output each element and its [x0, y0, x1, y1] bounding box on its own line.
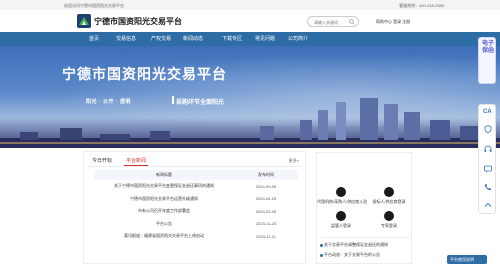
chat-icon[interactable]	[484, 165, 492, 173]
news-table-header: 新闻标题 发布时间	[94, 170, 298, 180]
site-name[interactable]: 宁德市国资阳光交易平台	[94, 16, 182, 27]
bidder-icon	[384, 187, 394, 197]
city-skyline-image	[0, 98, 500, 148]
ca-button[interactable]: CA	[483, 109, 492, 115]
site-logo-icon[interactable]	[77, 14, 91, 28]
news-title[interactable]: 关于宁德市国资阳光交易平台变更保证金退还事项的通知	[94, 180, 234, 193]
top-bar: 欢迎访问宁德市国资阳光交易平台 客服热线：400-918-2580	[0, 0, 500, 10]
usage-tip-button[interactable]: 平台使用说明	[447, 255, 487, 264]
service-label: 监管人登录	[331, 223, 351, 228]
nav-item-news[interactable]: 新闻动态	[183, 35, 203, 42]
search-input[interactable]	[314, 18, 350, 26]
news-title[interactable]: 宁德市国资阳光交易平台运营升级通知	[94, 193, 234, 206]
news-table: 新闻标题 发布时间 关于宁德市国资阳光交易平台变更保证金退还事项的通知 2024…	[94, 170, 298, 243]
news-title[interactable]: 喜讯报道｜福建省国资阳光交易平台上线启动	[94, 230, 234, 243]
table-row[interactable]: 宁德市国资阳光交易平台运营升级通知 2024-04-25	[94, 193, 298, 206]
news-date: 2023-11-23	[255, 221, 277, 227]
banner-title: 宁德市国资阳光交易平台	[62, 66, 227, 82]
electronic-guarantee-button[interactable]: 电子保函	[478, 37, 496, 84]
news-panel: 今日开标 平台新闻 更多» 新闻标题 发布时间 关于宁德市国资阳光交易平台变更保…	[83, 151, 306, 264]
table-row[interactable]: 平台公告 2023-11-23	[94, 218, 298, 231]
news-more-link[interactable]: 更多»	[289, 158, 299, 164]
search-icon[interactable]	[349, 19, 355, 25]
service-divider	[321, 237, 409, 238]
site-header: 宁德市国资阳光交易平台 帮助中心 登录 注册	[0, 10, 500, 32]
tab-divider	[88, 166, 302, 167]
welcome-text: 欢迎访问宁德市国资阳光交易平台	[64, 3, 124, 8]
electronic-guarantee-label: 电子保函	[482, 41, 495, 54]
nav-item-about[interactable]: 公司简介	[288, 35, 308, 42]
table-row[interactable]: 市有公司召开年度工作部署会 2024-03-05	[94, 205, 298, 218]
agency-icon	[336, 187, 346, 197]
table-row[interactable]: 喜讯报道｜福建省国资阳光交易平台上线启动 2023-11-11	[94, 230, 298, 243]
bullet-icon	[320, 254, 323, 257]
news-date: 2023-11-11	[256, 233, 276, 239]
news-date: 2024-03-05	[255, 208, 277, 214]
table-row[interactable]: 关于宁德市国资阳光交易平台变更保证金退还事项的通知 2024-09-09	[94, 180, 298, 193]
nav-item-download[interactable]: 下载专区	[222, 35, 242, 42]
service-label: 投标人/供应商登录	[372, 199, 406, 204]
news-date: 2024-09-09	[255, 183, 277, 189]
shield-icon[interactable]	[484, 125, 492, 133]
phone-icon[interactable]	[484, 183, 492, 191]
headset-icon[interactable]	[484, 145, 492, 153]
tab-platform-news[interactable]: 平台新闻	[126, 157, 146, 164]
nav-item-home[interactable]: 首页	[89, 35, 99, 42]
hero-banner: 宁德市国资阳光交易平台 阳光 · 公开 · 透明 采购环节全面阳光	[0, 46, 500, 148]
nav-item-trade-info[interactable]: 交易信息	[116, 35, 136, 42]
nav-item-faq[interactable]: 常见问题	[255, 35, 275, 42]
search-box[interactable]	[307, 16, 359, 27]
help-links[interactable]: 帮助中心 登录 注册	[376, 19, 410, 25]
back-to-top-icon[interactable]	[484, 201, 492, 209]
expert-icon	[384, 211, 394, 221]
supervisor-icon	[336, 211, 346, 221]
nav-item-property[interactable]: 产权交易	[151, 35, 171, 42]
service-notice-item[interactable]: 关于交易平台调整保证金退还的通知	[324, 242, 388, 248]
column-header-date: 发布时间	[234, 170, 298, 180]
service-panel: 代理机构/采购人/供应商入驻 投标人/供应商登录 监管人登录 专家登录 关于交易…	[316, 152, 412, 264]
news-title[interactable]: 平台公告	[94, 218, 234, 231]
bullet-icon	[320, 244, 323, 247]
main-nav: 首页 交易信息 产权交易 新闻动态 下载专区 常见问题 公司简介	[0, 32, 500, 46]
hotline-text: 客服热线：400-918-2580	[399, 3, 444, 8]
side-tool-bar: CA	[478, 104, 496, 214]
tab-today-bidding[interactable]: 今日开标	[92, 157, 112, 164]
news-title[interactable]: 市有公司召开年度工作部署会	[94, 205, 234, 218]
service-notice-item[interactable]: 平台动态：关于交易平台的公告	[324, 252, 380, 258]
usage-tip-label: 平台使用说明	[450, 257, 474, 262]
service-label: 专家登录	[381, 223, 397, 228]
column-header-title: 新闻标题	[94, 170, 234, 180]
news-date: 2024-04-25	[255, 196, 277, 202]
service-label: 代理机构/采购人/供应商入驻	[317, 199, 368, 204]
